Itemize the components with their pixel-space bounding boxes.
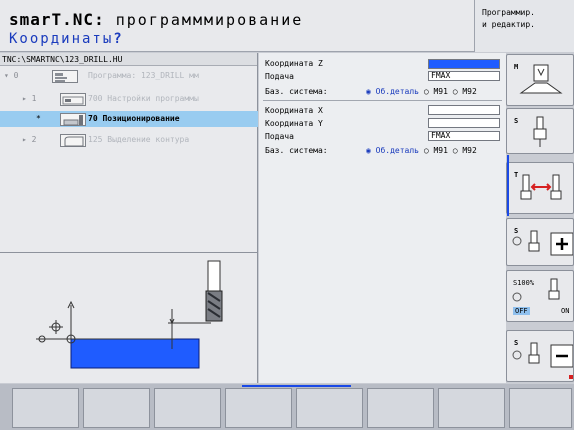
input-form <box>259 53 506 383</box>
softkey-bar <box>0 384 574 430</box>
side-mode-line2: и редактир. <box>482 20 535 29</box>
base1-opt-m91[interactable]: ○ M91 <box>424 87 448 96</box>
side-mode-line1: Программир. <box>482 8 535 17</box>
dialog-prompt: Координаты? <box>9 31 124 47</box>
spindle-minus-softkey[interactable]: S <box>506 330 574 382</box>
tree-expand-icon[interactable]: ▸ 2 <box>22 132 36 148</box>
coord-z-label: Координата Z <box>265 59 323 68</box>
tree-row-program[interactable]: ▾ 0 Программа: 123_DRILL мм <box>0 68 258 84</box>
feed1-label: Подача <box>265 72 294 81</box>
form-divider <box>263 100 502 101</box>
base2-opt-workpiece[interactable]: ◉ Об.деталь <box>366 146 419 155</box>
coord-y-label: Координата Y <box>265 119 323 128</box>
spindle-plus-softkey[interactable]: S <box>506 218 574 266</box>
prompt-suffix: ? <box>113 31 124 47</box>
base1-radio-group[interactable]: ◉ Об.деталь ○ M91 ○ M92 <box>366 87 477 96</box>
spindle-softkey[interactable]: S <box>506 108 574 154</box>
base2-radio-group[interactable]: ◉ Об.деталь ○ M91 ○ M92 <box>366 146 477 155</box>
softkey-7[interactable] <box>438 388 505 428</box>
mode-title-rest: программмирование <box>104 11 304 29</box>
coord-x-label: Координата X <box>265 106 323 115</box>
softkey-8[interactable] <box>509 388 572 428</box>
softkey-scroll-indicator <box>507 155 509 216</box>
settings-thumbnail-icon <box>60 93 86 106</box>
workpiece-block <box>70 338 200 369</box>
tree-expand-icon[interactable]: ▾ 0 <box>4 68 18 84</box>
tree-current-marker: * <box>36 114 41 123</box>
softkey-4[interactable] <box>225 388 292 428</box>
positioning-help-graphic <box>36 260 223 369</box>
base2-opt-m91[interactable]: ○ M91 <box>424 146 448 155</box>
spindle-increase-icon <box>512 230 574 256</box>
header-bar: smarT.NC: программмирование Координаты? … <box>0 0 574 52</box>
coord-z-input[interactable] <box>428 59 500 69</box>
s100-label: S100% <box>513 279 535 287</box>
m-function-softkey[interactable]: M <box>506 54 574 106</box>
tree-row-label: 70 Позиционирование <box>88 114 180 123</box>
help-graphic <box>0 252 258 383</box>
tool-icon <box>207 260 221 292</box>
feed2-input[interactable]: FMAX <box>428 131 500 141</box>
m-label: M <box>514 63 519 71</box>
softkey-5[interactable] <box>296 388 363 428</box>
spindle-override-softkey[interactable]: S100% OFF ON <box>506 270 574 322</box>
tree-row-label: 125 Выделение контура <box>88 135 190 144</box>
softkey-2[interactable] <box>83 388 150 428</box>
tree-row-label: Программа: 123_DRILL мм <box>88 71 199 80</box>
base1-opt-workpiece[interactable]: ◉ Об.деталь <box>366 87 419 96</box>
program-path: TNC:\SMARTNC\123_DRILL.HU <box>0 53 257 66</box>
base1-label: Баз. система: <box>265 87 328 96</box>
softkey-1[interactable] <box>12 388 79 428</box>
tree-row-contour[interactable]: ▸ 2 125 Выделение контура <box>0 132 258 148</box>
spindle-icon <box>533 116 547 147</box>
prompt-text: Координаты <box>9 31 114 47</box>
softkey-level-indicator <box>242 385 351 387</box>
tree-row-settings[interactable]: ▸ 1 700 Настройки программы <box>0 91 258 107</box>
s-label: S <box>514 339 519 347</box>
program-tree: TNC:\SMARTNC\123_DRILL.HU ▾ 0 Программа:… <box>0 53 258 252</box>
base1-opt-m92[interactable]: ○ M92 <box>453 87 477 96</box>
s-label: S <box>514 227 519 235</box>
mode-title-bold: smarT.NC: <box>9 10 105 29</box>
off-label: OFF <box>513 307 530 315</box>
softkey-6[interactable] <box>367 388 434 428</box>
side-mode-indicator[interactable]: Программир. и редактир. <box>474 0 574 52</box>
feed1-input[interactable]: FMAX <box>428 71 500 81</box>
feed2-label: Подача <box>265 132 294 141</box>
softkey-3[interactable] <box>154 388 221 428</box>
t-label: T <box>514 171 519 179</box>
tree-row-positioning[interactable]: * 70 Позиционирование <box>0 111 258 127</box>
program-thumbnail-icon <box>52 70 78 83</box>
tree-expand-icon[interactable]: ▸ 1 <box>22 91 36 107</box>
coord-y-input[interactable] <box>428 118 500 128</box>
on-label: ON <box>561 307 570 315</box>
base2-opt-m92[interactable]: ○ M92 <box>453 146 477 155</box>
coord-x-input[interactable] <box>428 105 500 115</box>
positioning-thumbnail-icon <box>60 113 86 126</box>
tool-call-softkey[interactable]: T <box>506 162 574 214</box>
mode-title: smarT.NC: программмирование <box>9 10 303 29</box>
s-label: S <box>514 117 519 125</box>
contour-thumbnail-icon <box>60 134 86 147</box>
base2-label: Баз. система: <box>265 146 328 155</box>
tree-row-label: 700 Настройки программы <box>88 94 199 103</box>
